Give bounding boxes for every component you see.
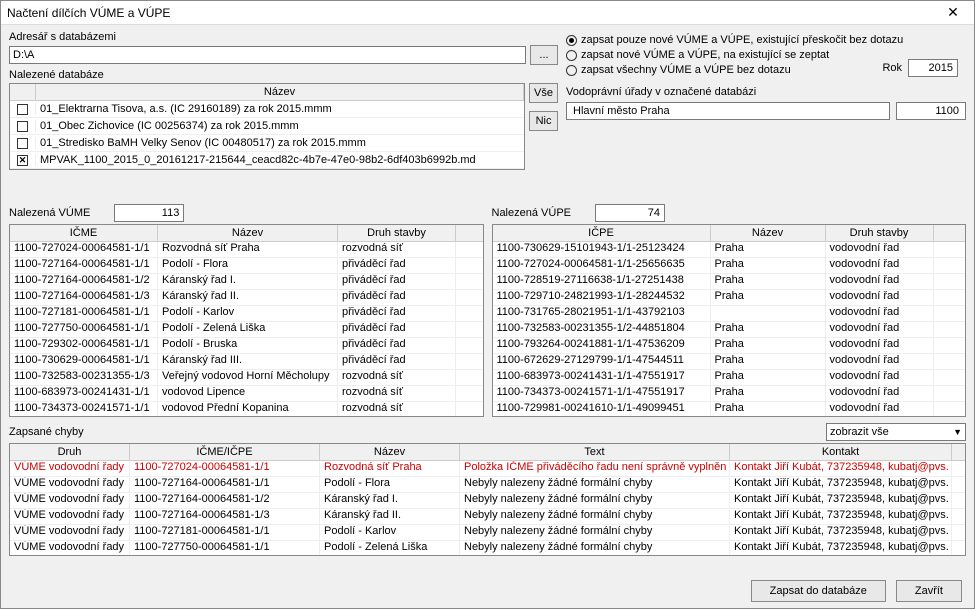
- select-none-button[interactable]: Nic: [529, 111, 558, 131]
- db-checkbox[interactable]: [17, 121, 28, 132]
- db-name: 01_Obec Zichovice (IC 00256374) za rok 2…: [36, 120, 524, 132]
- close-icon[interactable]: ✕: [938, 3, 968, 23]
- error-row[interactable]: VÚME vodovodní řady1100-727181-00064581-…: [10, 525, 965, 541]
- table-row[interactable]: 1100-683973-00241431-1/1-47551917Prahavo…: [493, 370, 966, 386]
- table-row[interactable]: 1100-727164-00064581-1/3Káranský řad II.…: [10, 290, 483, 306]
- table-row[interactable]: 1100-727164-00064581-1/2Káranský řad I.p…: [10, 274, 483, 290]
- error-row[interactable]: VÚME vodovodní řady1100-727164-00064581-…: [10, 493, 965, 509]
- table-row[interactable]: 1100-730629-00064581-1/1Káranský řad III…: [10, 354, 483, 370]
- vupe-label: Nalezená VÚPE: [492, 207, 572, 219]
- error-row[interactable]: VÚME vodovodní řady1100-727164-00064581-…: [10, 509, 965, 525]
- db-row[interactable]: 01_Stredisko BaMH Velky Senov (IC 004805…: [10, 135, 524, 152]
- table-row[interactable]: 1100-732583-00231355-1/3Veřejný vodovod …: [10, 370, 483, 386]
- table-row[interactable]: 1100-729302-00064581-1/1Podolí - Bruskap…: [10, 338, 483, 354]
- db-row[interactable]: MPVAK_1100_2015_0_20161217-215644_ceacd8…: [10, 152, 524, 169]
- error-row[interactable]: VÚME vodovodní řady1100-727750-00064581-…: [10, 541, 965, 556]
- db-checkbox[interactable]: [17, 104, 28, 115]
- year-value: 2015: [908, 59, 958, 77]
- table-row[interactable]: 1100-734373-00241571-1/1vodovod Přední K…: [10, 402, 483, 416]
- table-row[interactable]: 1100-793264-00241881-1/1-47536209Prahavo…: [493, 338, 966, 354]
- db-table: Název 01_Elektrarna Tisova, a.s. (IC 291…: [9, 83, 525, 170]
- db-name: 01_Elektrarna Tisova, a.s. (IC 29160189)…: [36, 103, 524, 115]
- select-all-button[interactable]: Vše: [529, 83, 558, 103]
- db-row[interactable]: 01_Obec Zichovice (IC 00256374) za rok 2…: [10, 118, 524, 135]
- table-row[interactable]: 1100-727164-00064581-1/1Podolí - Florapř…: [10, 258, 483, 274]
- year-label: Rok: [882, 62, 902, 74]
- db-row[interactable]: 01_Elektrarna Tisova, a.s. (IC 29160189)…: [10, 101, 524, 118]
- table-row[interactable]: 1100-727024-00064581-1/1-25656635Prahavo…: [493, 258, 966, 274]
- table-row[interactable]: 1100-672629-27129799-1/1-47544511Prahavo…: [493, 354, 966, 370]
- table-row[interactable]: 1100-729981-00241610-1/1-49099451Prahavo…: [493, 402, 966, 416]
- error-row[interactable]: VÚME vodovodní řady1100-727164-00064581-…: [10, 477, 965, 493]
- vupe-count: 74: [595, 204, 665, 222]
- dir-label: Adresář s databázemi: [9, 31, 558, 43]
- vume-label: Nalezená VÚME: [9, 207, 90, 219]
- table-row[interactable]: 1100-729710-24821993-1/1-28244532Prahavo…: [493, 290, 966, 306]
- table-row[interactable]: 1100-727750-00064581-1/1Podolí - Zelená …: [10, 322, 483, 338]
- year-field: Rok 2015: [882, 59, 958, 77]
- titlebar: Načtení dílčích VÚME a VÚPE ✕: [1, 1, 974, 25]
- errors-grid[interactable]: Druh IČME/IČPE Název Text Kontakt VÚME v…: [9, 443, 966, 556]
- chevron-down-icon: ▼: [953, 427, 962, 437]
- vupe-grid[interactable]: IČPE Název Druh stavby 1100-730629-15101…: [492, 224, 967, 417]
- vu-name: Hlavní město Praha: [566, 102, 890, 120]
- close-button[interactable]: Zavřít: [896, 580, 962, 602]
- table-row[interactable]: 1100-734373-00241571-1/1-47551917Prahavo…: [493, 386, 966, 402]
- db-checkbox[interactable]: [17, 138, 28, 149]
- vume-count: 113: [114, 204, 184, 222]
- db-name: 01_Stredisko BaMH Velky Senov (IC 004805…: [36, 137, 524, 149]
- table-row[interactable]: 1100-732583-00231355-1/2-44851804Prahavo…: [493, 322, 966, 338]
- vu-label: Vodoprávní úřady v označené databázi: [566, 86, 966, 98]
- radio-option-1[interactable]: zapsat pouze nové VÚME a VÚPE, existujíc…: [566, 34, 966, 46]
- errors-label: Zapsané chyby: [9, 426, 84, 438]
- db-checkbox[interactable]: [17, 155, 28, 166]
- vu-code: 1100: [896, 102, 966, 120]
- errors-filter-combo[interactable]: zobrazit vše ▼: [826, 423, 966, 441]
- db-header-name: Název: [36, 84, 524, 100]
- save-to-db-button[interactable]: Zapsat do databáze: [751, 580, 886, 602]
- error-row[interactable]: VÚME vodovodní řady1100-727024-00064581-…: [10, 461, 965, 477]
- dbs-label: Nalezené databáze: [9, 69, 558, 81]
- dialog-window: Načtení dílčích VÚME a VÚPE ✕ Rok 2015 A…: [0, 0, 975, 609]
- dir-input[interactable]: [9, 46, 526, 64]
- footer: Zapsat do databáze Zavřít: [1, 574, 974, 608]
- table-row[interactable]: 1100-728519-27116638-1/1-27251438Prahavo…: [493, 274, 966, 290]
- window-title: Načtení dílčích VÚME a VÚPE: [7, 6, 170, 20]
- browse-button[interactable]: ...: [530, 45, 558, 65]
- vume-grid[interactable]: IČME Název Druh stavby 1100-727024-00064…: [9, 224, 484, 417]
- table-row[interactable]: 1100-683973-00241431-1/1vodovod Lipencer…: [10, 386, 483, 402]
- table-row[interactable]: 1100-727181-00064581-1/1Podolí - Karlovp…: [10, 306, 483, 322]
- table-row[interactable]: 1100-730629-15101943-1/1-25123424Prahavo…: [493, 242, 966, 258]
- table-row[interactable]: 1100-731765-28021951-1/1-43792103vodovod…: [493, 306, 966, 322]
- table-row[interactable]: 1100-727024-00064581-1/1Rozvodná síť Pra…: [10, 242, 483, 258]
- db-name: MPVAK_1100_2015_0_20161217-215644_ceacd8…: [36, 154, 524, 166]
